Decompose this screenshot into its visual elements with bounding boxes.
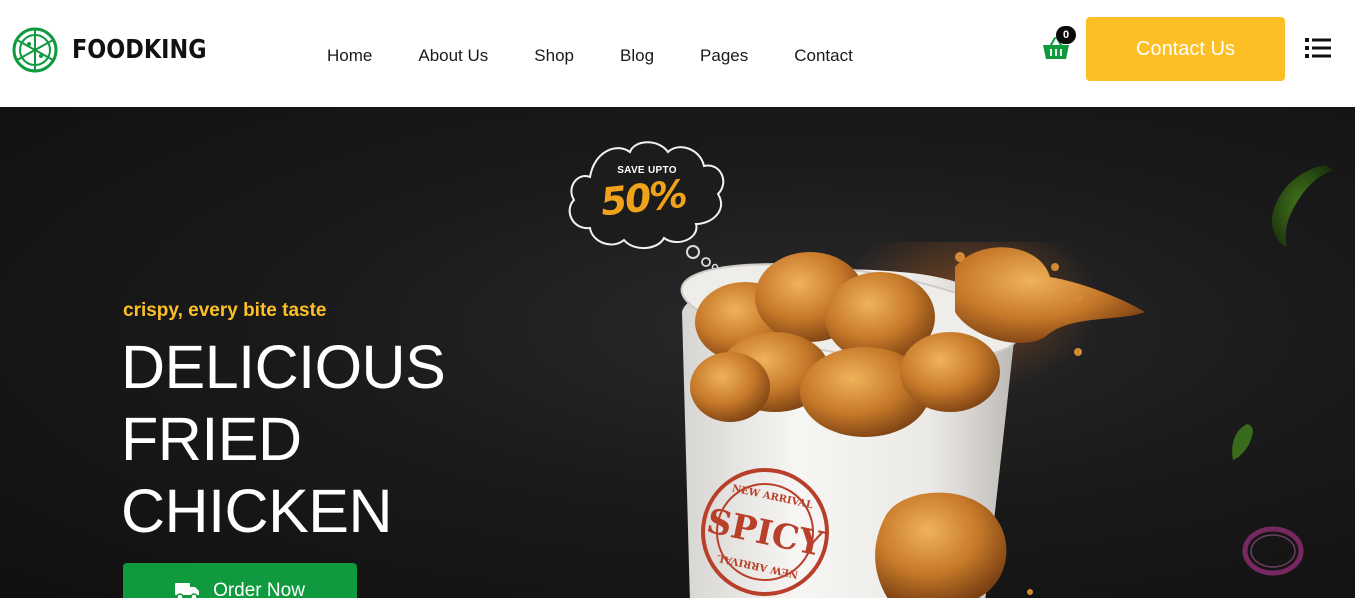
herb-leaf-icon (1232, 424, 1253, 460)
list-menu-icon[interactable] (1305, 37, 1331, 59)
promo-discount-value: 50% (598, 171, 688, 225)
hero-title-line-1: DELICIOUS (121, 333, 446, 401)
nav-item-shop[interactable]: Shop (534, 46, 574, 66)
site-header: FOODKING Home About Us Shop Blog Pages C… (0, 0, 1355, 107)
pizza-slice-logo-icon (12, 27, 58, 73)
cart-count-badge: 0 (1056, 26, 1076, 44)
brand-logo[interactable]: FOODKING (12, 27, 228, 73)
hero-banner: SAVE UPTO 50% NEW ARRIVAL SPICY NEW ARRI… (0, 107, 1355, 598)
brand-name: FOODKING (72, 35, 207, 65)
fried-chicken-bucket-image: NEW ARRIVAL SPICY NEW ARRIVAL (680, 242, 1145, 598)
contact-us-button[interactable]: Contact Us (1086, 17, 1285, 81)
onion-ring-icon (1242, 526, 1304, 576)
main-nav: Home About Us Shop Blog Pages Contact (327, 46, 899, 66)
hero-subtitle: crispy, every bite taste (123, 300, 327, 321)
delivery-truck-icon (175, 583, 200, 598)
nav-item-blog[interactable]: Blog (620, 46, 654, 66)
order-now-label: Order Now (213, 580, 305, 598)
nav-item-pages[interactable]: Pages (700, 46, 748, 66)
hero-title: DELICIOUS FRIED CHICKEN (121, 331, 446, 547)
green-pepper-leaf-icon (1271, 165, 1333, 247)
order-now-button[interactable]: Order Now (123, 563, 357, 598)
cart-button[interactable]: 0 (1042, 26, 1078, 62)
hero-title-line-2: FRIED (121, 405, 302, 473)
hero-title-line-3: CHICKEN (121, 477, 393, 545)
nav-item-contact[interactable]: Contact (794, 46, 853, 66)
nav-item-home[interactable]: Home (327, 46, 372, 66)
nav-item-about-us[interactable]: About Us (418, 46, 488, 66)
